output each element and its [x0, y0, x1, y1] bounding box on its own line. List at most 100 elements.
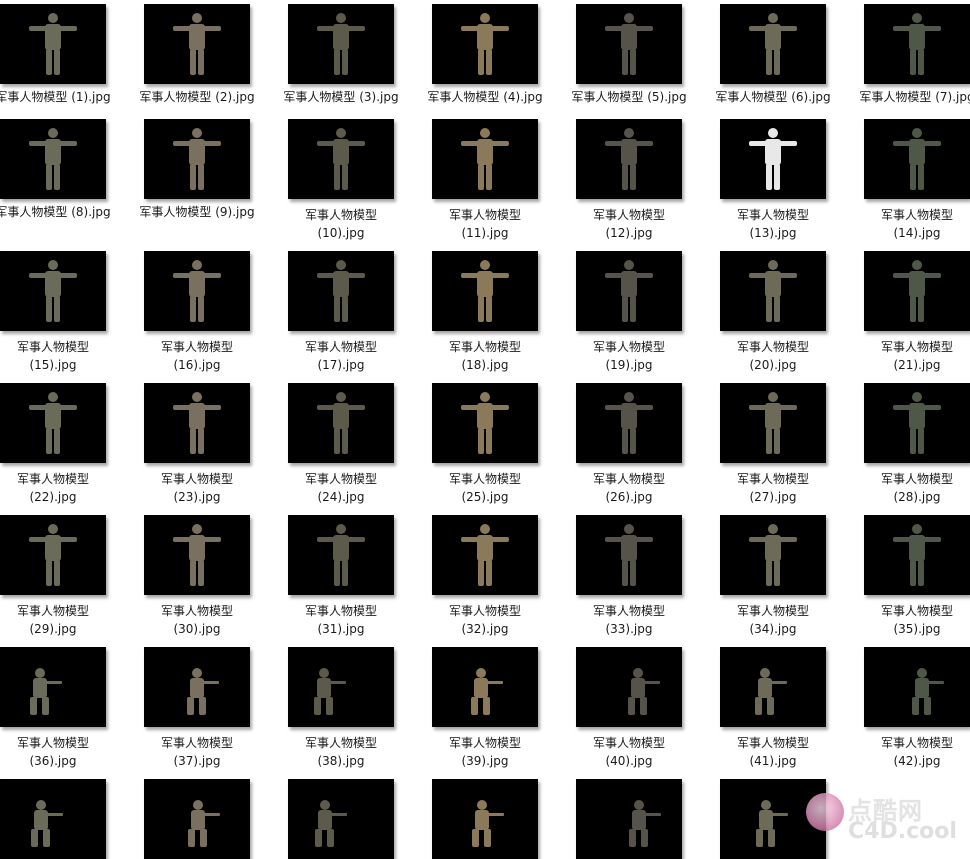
file-name-label: 军事人物模型 (39).jpg	[448, 736, 521, 768]
figure-image	[188, 800, 220, 847]
file-thumbnail[interactable]	[144, 515, 250, 595]
file-thumbnail[interactable]	[720, 4, 826, 84]
file-thumbnail[interactable]	[144, 4, 250, 84]
file-name-label: 军事人物模型 (10).jpg	[304, 208, 377, 240]
file-name-label: 军事人物模型 (30).jpg	[160, 604, 233, 636]
figure-image	[314, 668, 346, 715]
file-thumbnail[interactable]	[576, 515, 682, 595]
file-name-label: 军事人物模型 (32).jpg	[448, 604, 521, 636]
file-thumbnail[interactable]	[288, 251, 394, 331]
file-name-label: 军事人物模型 (23).jpg	[160, 472, 233, 504]
figure-image	[893, 260, 941, 322]
file-thumbnail[interactable]	[864, 251, 970, 331]
figure-image	[461, 128, 509, 190]
file-name-label: 军事人物模型 (26).jpg	[592, 472, 665, 504]
file-thumbnail[interactable]	[0, 383, 106, 463]
file-name-label: 军事人物模型 (9).jpg	[139, 205, 255, 219]
figure-image	[29, 392, 77, 454]
file-thumbnail[interactable]	[720, 515, 826, 595]
file-thumbnail[interactable]	[720, 251, 826, 331]
file-name-label: 军事人物模型 (11).jpg	[448, 208, 521, 240]
file-thumbnail[interactable]	[864, 647, 970, 727]
figure-image	[461, 13, 509, 75]
file-name-label: 军事人物模型 (38).jpg	[304, 736, 377, 768]
file-thumbnail[interactable]	[288, 647, 394, 727]
figure-image	[461, 524, 509, 586]
file-thumbnail[interactable]	[0, 779, 106, 859]
figure-image	[749, 13, 797, 75]
file-name-label: 军事人物模型 (6).jpg	[715, 90, 831, 104]
site-watermark: 点酷网 C4D.cool	[800, 783, 968, 853]
figure-image	[629, 800, 661, 847]
figure-image	[628, 668, 660, 715]
file-thumbnail[interactable]	[432, 119, 538, 199]
file-thumbnail[interactable]	[720, 119, 826, 199]
file-thumbnail[interactable]	[0, 4, 106, 84]
figure-image	[755, 668, 787, 715]
file-thumbnail[interactable]	[576, 647, 682, 727]
file-thumbnail[interactable]	[144, 251, 250, 331]
file-name-label: 军事人物模型 (20).jpg	[736, 340, 809, 372]
figure-image	[317, 524, 365, 586]
file-thumbnail[interactable]	[864, 383, 970, 463]
file-thumbnail[interactable]	[288, 515, 394, 595]
file-thumbnail[interactable]	[144, 647, 250, 727]
figure-image	[29, 13, 77, 75]
file-name-label: 军事人物模型 (36).jpg	[16, 736, 89, 768]
file-thumbnail[interactable]	[432, 251, 538, 331]
file-name-label: 军事人物模型 (33).jpg	[592, 604, 665, 636]
figure-image	[749, 392, 797, 454]
file-thumbnail[interactable]	[144, 779, 250, 859]
file-thumbnail[interactable]	[432, 779, 538, 859]
file-thumbnail[interactable]	[576, 251, 682, 331]
file-thumbnail[interactable]	[864, 515, 970, 595]
file-name-label: 军事人物模型 (29).jpg	[16, 604, 89, 636]
figure-image	[173, 524, 221, 586]
figure-image	[173, 260, 221, 322]
figure-image	[461, 392, 509, 454]
file-name-label: 军事人物模型 (21).jpg	[880, 340, 953, 372]
file-thumbnail[interactable]	[0, 251, 106, 331]
file-thumbnail[interactable]	[432, 383, 538, 463]
file-thumbnail[interactable]	[576, 4, 682, 84]
file-thumbnail[interactable]	[144, 383, 250, 463]
file-name-label: 军事人物模型 (4).jpg	[427, 90, 543, 104]
file-thumbnail[interactable]	[0, 119, 106, 199]
file-thumbnail[interactable]	[0, 515, 106, 595]
figure-image	[893, 13, 941, 75]
file-thumbnail[interactable]	[720, 383, 826, 463]
file-thumbnail[interactable]	[864, 4, 970, 84]
file-thumbnail[interactable]	[432, 4, 538, 84]
file-name-label: 军事人物模型 (31).jpg	[304, 604, 377, 636]
figure-image	[187, 668, 219, 715]
file-thumbnail[interactable]	[288, 383, 394, 463]
file-name-label: 军事人物模型 (42).jpg	[880, 736, 953, 768]
file-name-label: 军事人物模型 (24).jpg	[304, 472, 377, 504]
file-name-label: 军事人物模型 (12).jpg	[592, 208, 665, 240]
file-name-label: 军事人物模型 (27).jpg	[736, 472, 809, 504]
figure-image	[31, 800, 63, 847]
file-thumbnail[interactable]	[864, 119, 970, 199]
file-name-label: 军事人物模型 (2).jpg	[139, 90, 255, 104]
file-thumbnail[interactable]	[288, 119, 394, 199]
figure-image	[605, 392, 653, 454]
file-thumbnail[interactable]	[432, 515, 538, 595]
file-thumbnail[interactable]	[288, 4, 394, 84]
file-name-label: 军事人物模型 (7).jpg	[859, 90, 970, 104]
file-thumbnail[interactable]	[432, 647, 538, 727]
figure-image	[472, 800, 504, 847]
file-name-label: 军事人物模型 (19).jpg	[592, 340, 665, 372]
file-name-label: 军事人物模型 (18).jpg	[448, 340, 521, 372]
file-name-label: 军事人物模型 (8).jpg	[0, 205, 111, 219]
figure-image	[173, 392, 221, 454]
figure-image	[605, 13, 653, 75]
file-name-label: 军事人物模型 (41).jpg	[736, 736, 809, 768]
file-thumbnail[interactable]	[0, 647, 106, 727]
file-name-label: 军事人物模型 (13).jpg	[736, 208, 809, 240]
file-thumbnail[interactable]	[288, 779, 394, 859]
file-thumbnail[interactable]	[576, 119, 682, 199]
file-thumbnail[interactable]	[144, 119, 250, 199]
file-thumbnail[interactable]	[576, 779, 682, 859]
file-thumbnail[interactable]	[576, 383, 682, 463]
file-thumbnail[interactable]	[720, 647, 826, 727]
